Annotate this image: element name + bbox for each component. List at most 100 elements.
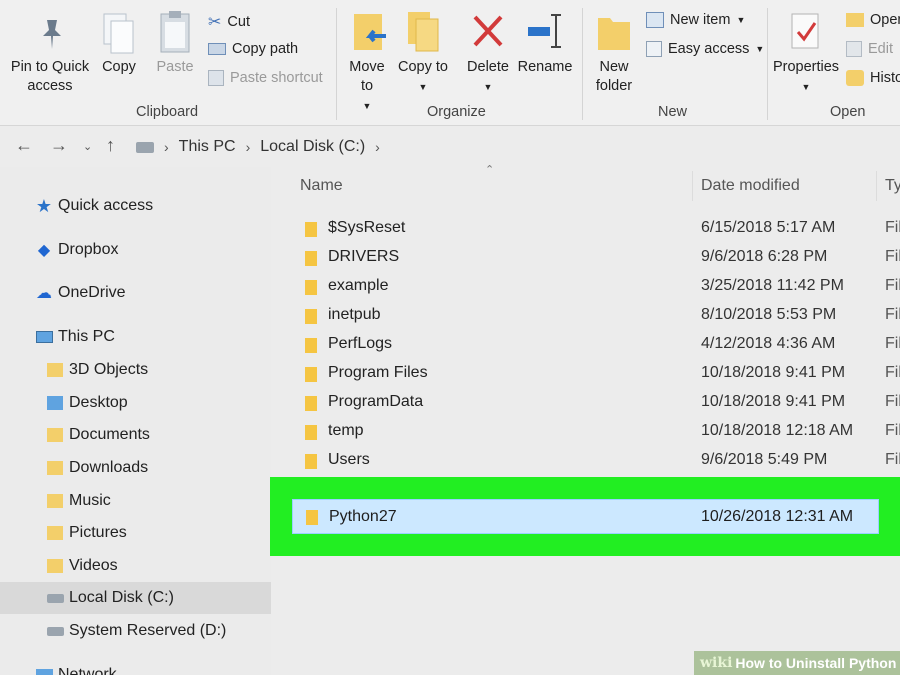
pin-to-quick-access-label: Pin to Quick access <box>10 59 90 94</box>
sidebar-item-pictures[interactable]: Pictures <box>0 517 271 549</box>
sidebar-item-dropbox[interactable]: ◆ Dropbox <box>0 234 271 266</box>
sidebar-item-label: Quick access <box>58 197 154 214</box>
move-to-button[interactable]: Move to ▼ <box>342 8 392 111</box>
folder-icon <box>305 222 317 242</box>
folder-icon <box>305 280 317 300</box>
folder-icon <box>45 459 65 477</box>
sidebar-item-system-reserved-d[interactable]: System Reserved (D:) <box>0 615 271 647</box>
sidebar-item-desktop[interactable]: Desktop <box>0 387 271 419</box>
watermark-wiki: wiki <box>700 655 733 671</box>
folder-icon <box>305 454 317 474</box>
paste-button[interactable]: Paste <box>150 8 200 98</box>
file-row[interactable]: example 3/25/2018 11:42 PM Fil <box>271 272 900 301</box>
sidebar-item-music[interactable]: Music <box>0 485 271 517</box>
new-folder-icon <box>598 18 630 50</box>
sidebar-item-local-disk-c[interactable]: Local Disk (C:) <box>0 582 271 614</box>
file-name: Program Files <box>328 364 428 381</box>
folder-icon <box>45 361 65 379</box>
column-header-date-modified[interactable]: Date modified <box>701 177 800 195</box>
copy-button[interactable]: Copy <box>96 8 142 98</box>
sidebar-item-this-pc[interactable]: This PC <box>0 321 271 353</box>
file-name: DRIVERS <box>328 248 400 265</box>
pin-icon <box>43 20 61 49</box>
recent-locations-chevron-icon[interactable]: ⌄ <box>83 140 92 153</box>
file-row[interactable]: inetpub 8/10/2018 5:53 PM Fil <box>271 301 900 330</box>
rename-label: Rename <box>517 59 573 75</box>
sidebar-item-onedrive[interactable]: ☁ OneDrive <box>0 277 271 309</box>
breadcrumb-separator-icon: › <box>245 139 251 155</box>
breadcrumb-this-pc[interactable]: This PC <box>179 138 236 156</box>
sidebar-item-label: System Reserved (D:) <box>69 622 227 639</box>
ribbon-separator <box>767 8 768 120</box>
sidebar-item-label: 3D Objects <box>69 361 149 378</box>
file-name: inetpub <box>328 306 381 323</box>
cut-button[interactable]: ✂ Cut <box>208 12 250 32</box>
file-date: 3/25/2018 11:42 PM <box>701 277 844 294</box>
folder-icon <box>305 425 317 445</box>
delete-button[interactable]: Delete ▼ <box>462 8 514 98</box>
file-row[interactable]: $SysReset 6/15/2018 5:17 AM Fil <box>271 214 900 243</box>
column-divider[interactable] <box>876 171 877 201</box>
file-date: 4/12/2018 4:36 AM <box>701 335 836 352</box>
rename-button[interactable]: Rename <box>516 8 574 98</box>
sidebar-item-3d-objects[interactable]: 3D Objects <box>0 354 271 386</box>
column-header-name[interactable]: Name <box>300 177 343 195</box>
paste-shortcut-button[interactable]: Paste shortcut <box>208 70 323 86</box>
sidebar-item-label: Dropbox <box>58 241 119 258</box>
file-row[interactable]: temp 10/18/2018 12:18 AM Fil <box>271 417 900 446</box>
new-group-label: New <box>658 104 688 120</box>
organize-group-label: Organize <box>427 104 486 120</box>
back-arrow-icon[interactable]: ← <box>15 135 33 156</box>
column-header-type[interactable]: Ty <box>885 177 900 195</box>
file-name: ProgramData <box>328 393 424 410</box>
sidebar-item-label: Desktop <box>69 394 128 411</box>
folder-icon <box>45 557 65 575</box>
breadcrumb-local-disk[interactable]: Local Disk (C:) <box>260 138 365 156</box>
file-date: 10/18/2018 9:41 PM <box>701 393 846 410</box>
navigation-pane: ★ Quick access ◆ Dropbox ☁ OneDrive This… <box>0 167 271 675</box>
easy-access-button[interactable]: Easy access ▼ <box>646 41 764 57</box>
file-type: Fil <box>885 335 900 352</box>
folder-icon <box>305 309 317 329</box>
new-item-button[interactable]: New item ▼ <box>646 12 745 28</box>
ribbon-separator <box>336 8 337 120</box>
drive-icon <box>136 141 154 153</box>
open-button[interactable]: Open <box>846 12 900 28</box>
file-type: Fil <box>885 393 900 410</box>
easy-access-label: Easy access <box>668 41 750 57</box>
copy-path-button[interactable]: Copy path <box>208 41 298 57</box>
file-row[interactable]: Users 9/6/2018 5:49 PM Fil <box>271 446 900 475</box>
sidebar-item-network[interactable]: Network <box>0 659 271 675</box>
sidebar-item-label: Pictures <box>69 524 127 541</box>
selected-file-row-python27[interactable]: Python27 10/26/2018 12:31 AM <box>292 499 879 534</box>
properties-button[interactable]: Properties ▼ <box>772 8 840 98</box>
sidebar-item-downloads[interactable]: Downloads <box>0 452 271 484</box>
forward-arrow-icon[interactable]: → <box>50 135 68 156</box>
history-button[interactable]: History <box>846 70 900 86</box>
properties-label: Properties ▼ <box>772 59 840 92</box>
file-row[interactable]: DRIVERS 9/6/2018 6:28 PM Fil <box>271 243 900 272</box>
sidebar-item-videos[interactable]: Videos <box>0 550 271 582</box>
new-folder-button[interactable]: New folder <box>588 8 640 98</box>
dropbox-icon: ◆ <box>37 242 51 259</box>
clipboard-icon <box>160 11 190 53</box>
move-to-icon <box>354 14 386 50</box>
file-date: 10/18/2018 12:18 AM <box>701 422 854 439</box>
up-arrow-icon[interactable]: ↑ <box>106 135 115 156</box>
edit-button[interactable]: Edit <box>846 41 893 57</box>
address-bar[interactable]: › This PC › Local Disk (C:) › <box>128 133 900 161</box>
sidebar-item-quick-access[interactable]: ★ Quick access <box>0 190 271 222</box>
sidebar-item-documents[interactable]: Documents <box>0 419 271 451</box>
chevron-down-icon: ▼ <box>736 15 746 25</box>
file-list: ⌃ Name Date modified Ty $SysReset 6/15/2… <box>271 164 900 675</box>
file-row[interactable]: PerfLogs 4/12/2018 4:36 AM Fil <box>271 330 900 359</box>
file-name: temp <box>328 422 364 439</box>
pin-to-quick-access-button[interactable]: Pin to Quick access <box>4 8 96 98</box>
file-row[interactable]: ProgramData 10/18/2018 9:41 PM Fil <box>271 388 900 417</box>
file-name: PerfLogs <box>328 335 393 352</box>
edit-label: Edit <box>868 41 893 57</box>
file-row[interactable]: Program Files 10/18/2018 9:41 PM Fil <box>271 359 900 388</box>
column-divider[interactable] <box>692 171 693 201</box>
copy-to-button[interactable]: Copy to ▼ <box>398 8 448 98</box>
breadcrumb-separator-icon[interactable]: › <box>375 139 380 155</box>
